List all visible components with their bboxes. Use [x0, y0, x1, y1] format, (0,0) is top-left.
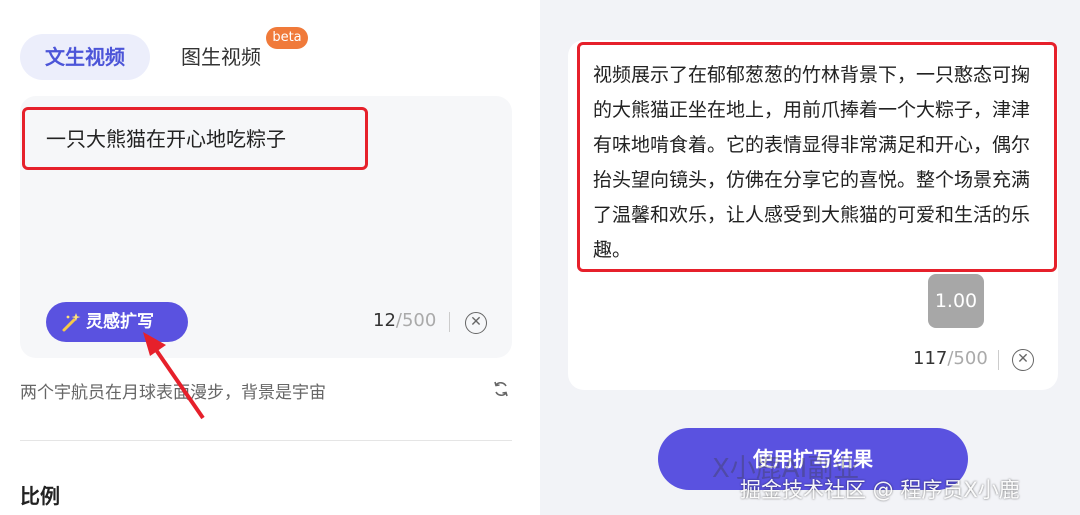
divider [449, 312, 450, 332]
result-char-count: 117/500 [913, 348, 988, 369]
prompt-char-count: 12/500 [373, 310, 436, 331]
watermark-juejin: 掘金技术社区 @ 程序员X小鹿 [740, 478, 1020, 502]
close-circle-icon[interactable]: ✕ [465, 312, 487, 334]
sample-prompt[interactable]: 两个宇航员在月球表面漫步，背景是宇宙 [20, 378, 326, 403]
prompt-count-current: 12 [373, 310, 396, 331]
magic-wand-icon [62, 313, 81, 332]
expanded-result-text[interactable]: 视频展示了在郁郁葱葱的竹林背景下，一只憨态可掬的大熊猫正坐在地上，用前爪捧着一个… [593, 58, 1045, 268]
close-circle-icon[interactable]: ✕ [1012, 349, 1034, 371]
tab-text-to-video[interactable]: 文生视频 [20, 34, 150, 80]
highlight-box-prompt [22, 107, 368, 170]
speed-badge: 1.00 [928, 274, 984, 328]
result-count-current: 117 [913, 348, 948, 369]
divider [998, 350, 999, 370]
section-divider [20, 440, 512, 441]
refresh-icon[interactable] [492, 380, 510, 398]
beta-badge: beta [266, 27, 308, 49]
prompt-count-max: /500 [395, 310, 437, 331]
section-title-ratio: 比例 [20, 484, 60, 508]
inspire-expand-button[interactable]: 灵感扩写 [46, 302, 188, 342]
result-count-max: /500 [947, 348, 988, 369]
inspire-expand-label: 灵感扩写 [86, 312, 154, 332]
